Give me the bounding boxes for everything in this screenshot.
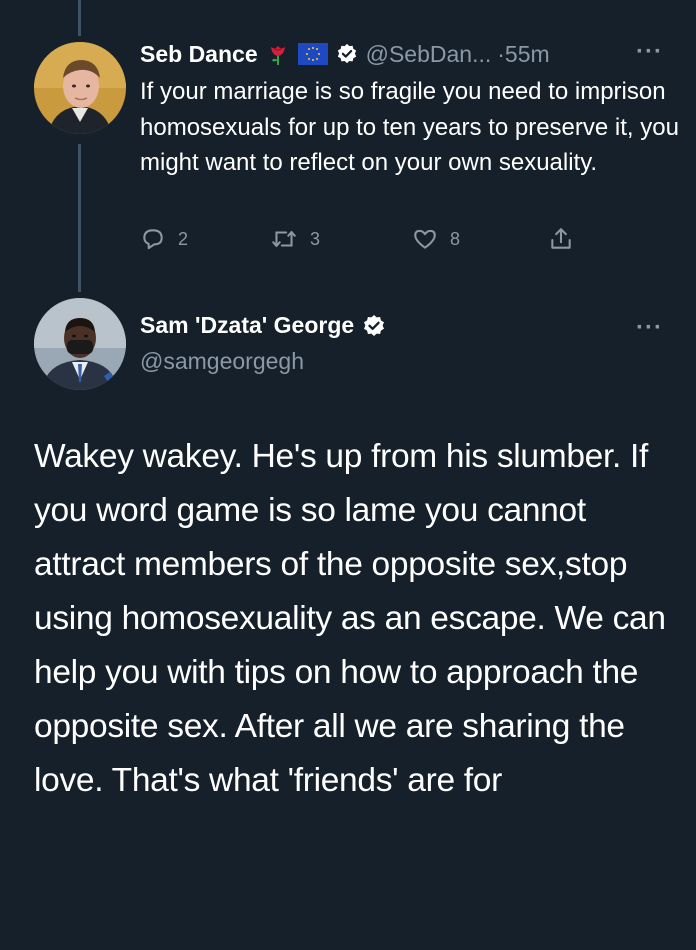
reply-count: 2 bbox=[178, 228, 189, 249]
handle[interactable]: @SebDan... bbox=[366, 41, 492, 68]
tweet-text: If your marriage is so fragile you need … bbox=[140, 78, 679, 176]
tweet-header: Seb Dance @SebDan... ·55m bbox=[140, 38, 550, 70]
more-options-icon[interactable]: ··· bbox=[636, 38, 663, 66]
rose-icon bbox=[266, 42, 290, 66]
display-name[interactable]: Seb Dance bbox=[140, 41, 258, 68]
avatar[interactable] bbox=[34, 42, 126, 134]
verified-badge-icon bbox=[336, 43, 358, 65]
avatar[interactable] bbox=[34, 298, 126, 390]
share-icon bbox=[551, 228, 571, 249]
like-icon bbox=[414, 229, 436, 249]
handle[interactable]: @samgeorgegh bbox=[140, 348, 304, 375]
display-name[interactable]: Sam 'Dzata' George bbox=[140, 312, 354, 339]
tweet-actions: 2 3 8 bbox=[140, 226, 600, 256]
reply-icon bbox=[143, 229, 163, 250]
share-button[interactable] bbox=[548, 226, 574, 252]
tweet-text: Wakey wakey. He's up from his slumber. I… bbox=[34, 438, 666, 799]
timestamp[interactable]: ·55m bbox=[497, 41, 549, 68]
like-count: 8 bbox=[450, 228, 461, 249]
verified-badge-icon bbox=[362, 314, 386, 338]
eu-flag-icon bbox=[297, 43, 328, 65]
reply-button[interactable]: 2 bbox=[140, 226, 188, 252]
retweet-button[interactable]: 3 bbox=[270, 226, 320, 252]
tweet-header: Sam 'Dzata' George bbox=[140, 312, 386, 339]
like-button[interactable]: 8 bbox=[412, 226, 460, 252]
retweet-count: 3 bbox=[310, 228, 321, 249]
thread-line bbox=[78, 144, 81, 292]
thread-line bbox=[78, 0, 81, 36]
more-options-icon[interactable]: ··· bbox=[636, 314, 663, 342]
retweet-icon bbox=[272, 230, 296, 248]
